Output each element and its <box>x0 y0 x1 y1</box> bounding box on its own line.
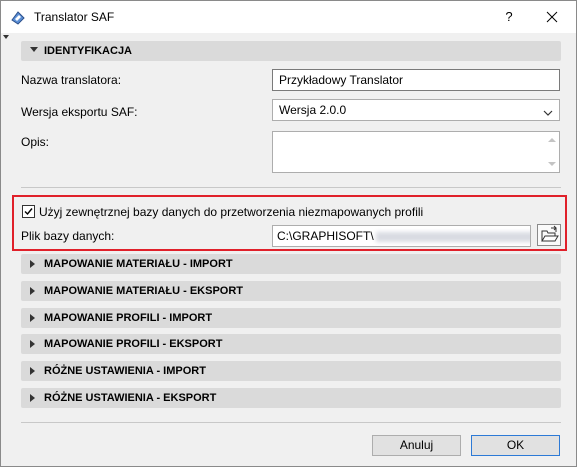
ok-button[interactable]: OK <box>471 435 560 456</box>
use-external-db-label: Użyj zewnętrznej bazy danych do przetwor… <box>39 205 424 219</box>
section-material-import-label: MAPOWANIE MATERIAŁU - IMPORT <box>44 258 233 270</box>
section-misc-export[interactable]: RÓŻNE USTAWIENIA - EKSPORT <box>21 388 561 408</box>
section-identification-label: IDENTYFIKACJA <box>44 45 133 57</box>
help-button[interactable]: ? <box>496 6 522 28</box>
export-version-label: Wersja eksportu SAF: <box>21 105 138 119</box>
translator-dialog: Translator SAF ? IDENTYFIKACJA Nazwa tra… <box>0 0 577 467</box>
section-material-export[interactable]: MAPOWANIE MATERIAŁU - EKSPORT <box>21 281 561 301</box>
collapsed-triangle-icon <box>30 340 35 348</box>
close-button[interactable] <box>537 6 567 28</box>
chevron-down-icon <box>543 106 553 120</box>
folder-open-icon <box>541 225 559 242</box>
export-version-value: Wersja 2.0.0 <box>279 103 347 117</box>
collapsed-triangle-icon <box>30 287 35 295</box>
translator-name-label: Nazwa translatora: <box>21 73 122 87</box>
divider <box>21 187 561 188</box>
cancel-button[interactable]: Anuluj <box>372 435 461 456</box>
blurred-path-segment <box>375 231 530 242</box>
close-icon <box>546 11 558 23</box>
section-material-import[interactable]: MAPOWANIE MATERIAŁU - IMPORT <box>21 254 561 274</box>
collapsed-triangle-icon <box>30 367 35 375</box>
section-material-export-label: MAPOWANIE MATERIAŁU - EKSPORT <box>44 285 244 297</box>
scroll-down-icon[interactable] <box>548 162 556 166</box>
section-identification[interactable]: IDENTYFIKACJA <box>21 41 561 61</box>
checkmark-icon <box>24 208 33 216</box>
browse-file-button[interactable] <box>537 224 561 246</box>
expanded-triangle-icon <box>30 47 38 52</box>
title-bar: Translator SAF ? <box>1 1 576 33</box>
db-file-path-input[interactable]: C:\GRAPHISOFT\ <box>272 225 531 247</box>
scroll-up-icon[interactable] <box>548 138 556 142</box>
translator-name-input[interactable]: Przykładowy Translator <box>272 69 560 91</box>
description-input[interactable] <box>272 131 560 173</box>
export-version-select[interactable]: Wersja 2.0.0 <box>272 99 560 121</box>
window-title: Translator SAF <box>34 10 115 24</box>
app-icon <box>10 10 26 26</box>
section-misc-export-label: RÓŻNE USTAWIENIA - EKSPORT <box>44 392 217 404</box>
section-profile-export[interactable]: MAPOWANIE PROFILI - EKSPORT <box>21 334 561 354</box>
db-file-label: Plik bazy danych: <box>21 229 115 243</box>
collapsed-triangle-icon <box>30 260 35 268</box>
divider <box>21 422 561 423</box>
section-misc-import[interactable]: RÓŻNE USTAWIENIA - IMPORT <box>21 361 561 381</box>
section-profile-import[interactable]: MAPOWANIE PROFILI - IMPORT <box>21 308 561 328</box>
section-misc-import-label: RÓŻNE USTAWIENIA - IMPORT <box>44 365 206 377</box>
description-label: Opis: <box>21 135 50 149</box>
db-file-path-value: C:\GRAPHISOFT\ <box>277 229 374 243</box>
collapsed-triangle-icon <box>30 314 35 322</box>
section-profile-export-label: MAPOWANIE PROFILI - EKSPORT <box>44 338 223 350</box>
collapse-marker-icon <box>3 35 9 39</box>
section-profile-import-label: MAPOWANIE PROFILI - IMPORT <box>44 312 213 324</box>
use-external-db-checkbox[interactable] <box>22 205 35 218</box>
collapsed-triangle-icon <box>30 394 35 402</box>
